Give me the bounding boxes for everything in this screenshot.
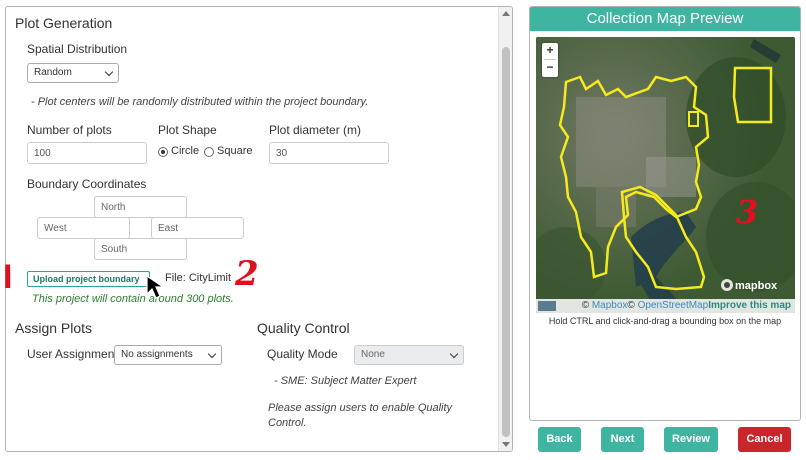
annotation-one: I <box>3 258 13 296</box>
cancel-button[interactable]: Cancel <box>738 427 791 452</box>
attribution-copyright: © <box>627 300 635 311</box>
boundary-coordinates-label: Boundary Coordinates <box>27 177 147 191</box>
review-button[interactable]: Review <box>664 427 718 452</box>
upload-boundary-button[interactable]: Upload project boundary <box>27 271 150 287</box>
num-plots-input[interactable] <box>27 142 147 164</box>
sme-note: - SME: Subject Matter Expert <box>274 375 417 387</box>
scrollbar-thumb[interactable] <box>502 47 510 437</box>
zoom-in-button[interactable]: + <box>542 43 558 59</box>
attribution-copyright: © <box>581 300 590 311</box>
quality-control-note: Please assign users to enable Quality Co… <box>268 402 453 429</box>
mouse-pointer-icon <box>146 274 165 299</box>
scroll-down-arrow-icon[interactable] <box>502 442 510 447</box>
north-input[interactable] <box>94 196 187 218</box>
west-input[interactable] <box>37 217 130 239</box>
openstreetmap-link[interactable]: OpenStreetMap <box>638 300 709 311</box>
chevron-down-icon <box>449 349 459 359</box>
chevron-down-icon <box>207 349 217 359</box>
east-input[interactable] <box>151 217 244 239</box>
boundary-file-name: File: CityLimit <box>165 272 232 284</box>
annotation-three: 3 <box>736 193 758 231</box>
improve-map-link[interactable]: Improve this map <box>708 300 791 311</box>
plots-summary: This project will contain around 300 plo… <box>32 293 234 305</box>
south-input[interactable] <box>94 238 187 260</box>
circle-radio-label: Circle <box>171 145 200 157</box>
chevron-down-icon <box>104 67 114 77</box>
square-radio-label: Square <box>217 145 253 157</box>
annotation-two: 2 <box>235 254 259 294</box>
map-preview-title: Collection Map Preview <box>530 7 800 31</box>
spatial-note: - Plot centers will be randomly distribu… <box>31 96 369 108</box>
quality-mode-value: None <box>361 349 385 360</box>
square-radio[interactable] <box>204 147 214 157</box>
plot-diameter-input[interactable] <box>269 142 389 164</box>
collection-map[interactable]: mapbox 3 + − © Mapbox© OpenStreetMapImpr… <box>536 37 795 313</box>
circle-radio[interactable] <box>158 147 168 157</box>
mapbox-link[interactable]: Mapbox <box>592 300 628 311</box>
assign-plots-title: Assign Plots <box>15 320 93 336</box>
user-assignment-label: User Assignment <box>27 347 118 361</box>
spatial-distribution-select[interactable]: Random <box>27 63 119 83</box>
zoom-controls: + − <box>542 43 558 77</box>
mapbox-logo: mapbox <box>735 280 778 292</box>
spatial-distribution-value: Random <box>34 67 72 78</box>
plot-diameter-label: Plot diameter (m) <box>269 123 362 137</box>
back-button[interactable]: Back <box>538 427 581 452</box>
next-button[interactable]: Next <box>601 427 644 452</box>
map-attribution: © Mapbox© OpenStreetMapImprove this map <box>536 299 795 313</box>
map-info-icon[interactable] <box>538 301 556 311</box>
map-preview-panel: Collection Map Preview mapbox 3 + − © Ma… <box>529 6 801 421</box>
zoom-out-button[interactable]: − <box>542 60 558 76</box>
vertical-scrollbar[interactable] <box>498 7 512 451</box>
plot-generation-title: Plot Generation <box>15 15 113 31</box>
map-hint: Hold CTRL and click-and-drag a bounding … <box>548 316 782 326</box>
quality-mode-label: Quality Mode <box>267 347 338 361</box>
scroll-up-arrow-icon[interactable] <box>502 11 510 16</box>
spatial-distribution-label: Spatial Distribution <box>27 42 128 56</box>
satellite-map-image: mapbox 3 <box>536 37 795 313</box>
user-assignment-value: No assignments <box>121 349 193 360</box>
quality-control-title: Quality Control <box>257 320 350 336</box>
plot-settings-panel: Plot Generation Spatial Distribution Ran… <box>5 6 513 452</box>
quality-mode-select[interactable]: None <box>354 345 464 365</box>
num-plots-label: Number of plots <box>27 123 112 137</box>
user-assignment-select[interactable]: No assignments <box>114 345 222 365</box>
plot-shape-label: Plot Shape <box>158 123 217 137</box>
